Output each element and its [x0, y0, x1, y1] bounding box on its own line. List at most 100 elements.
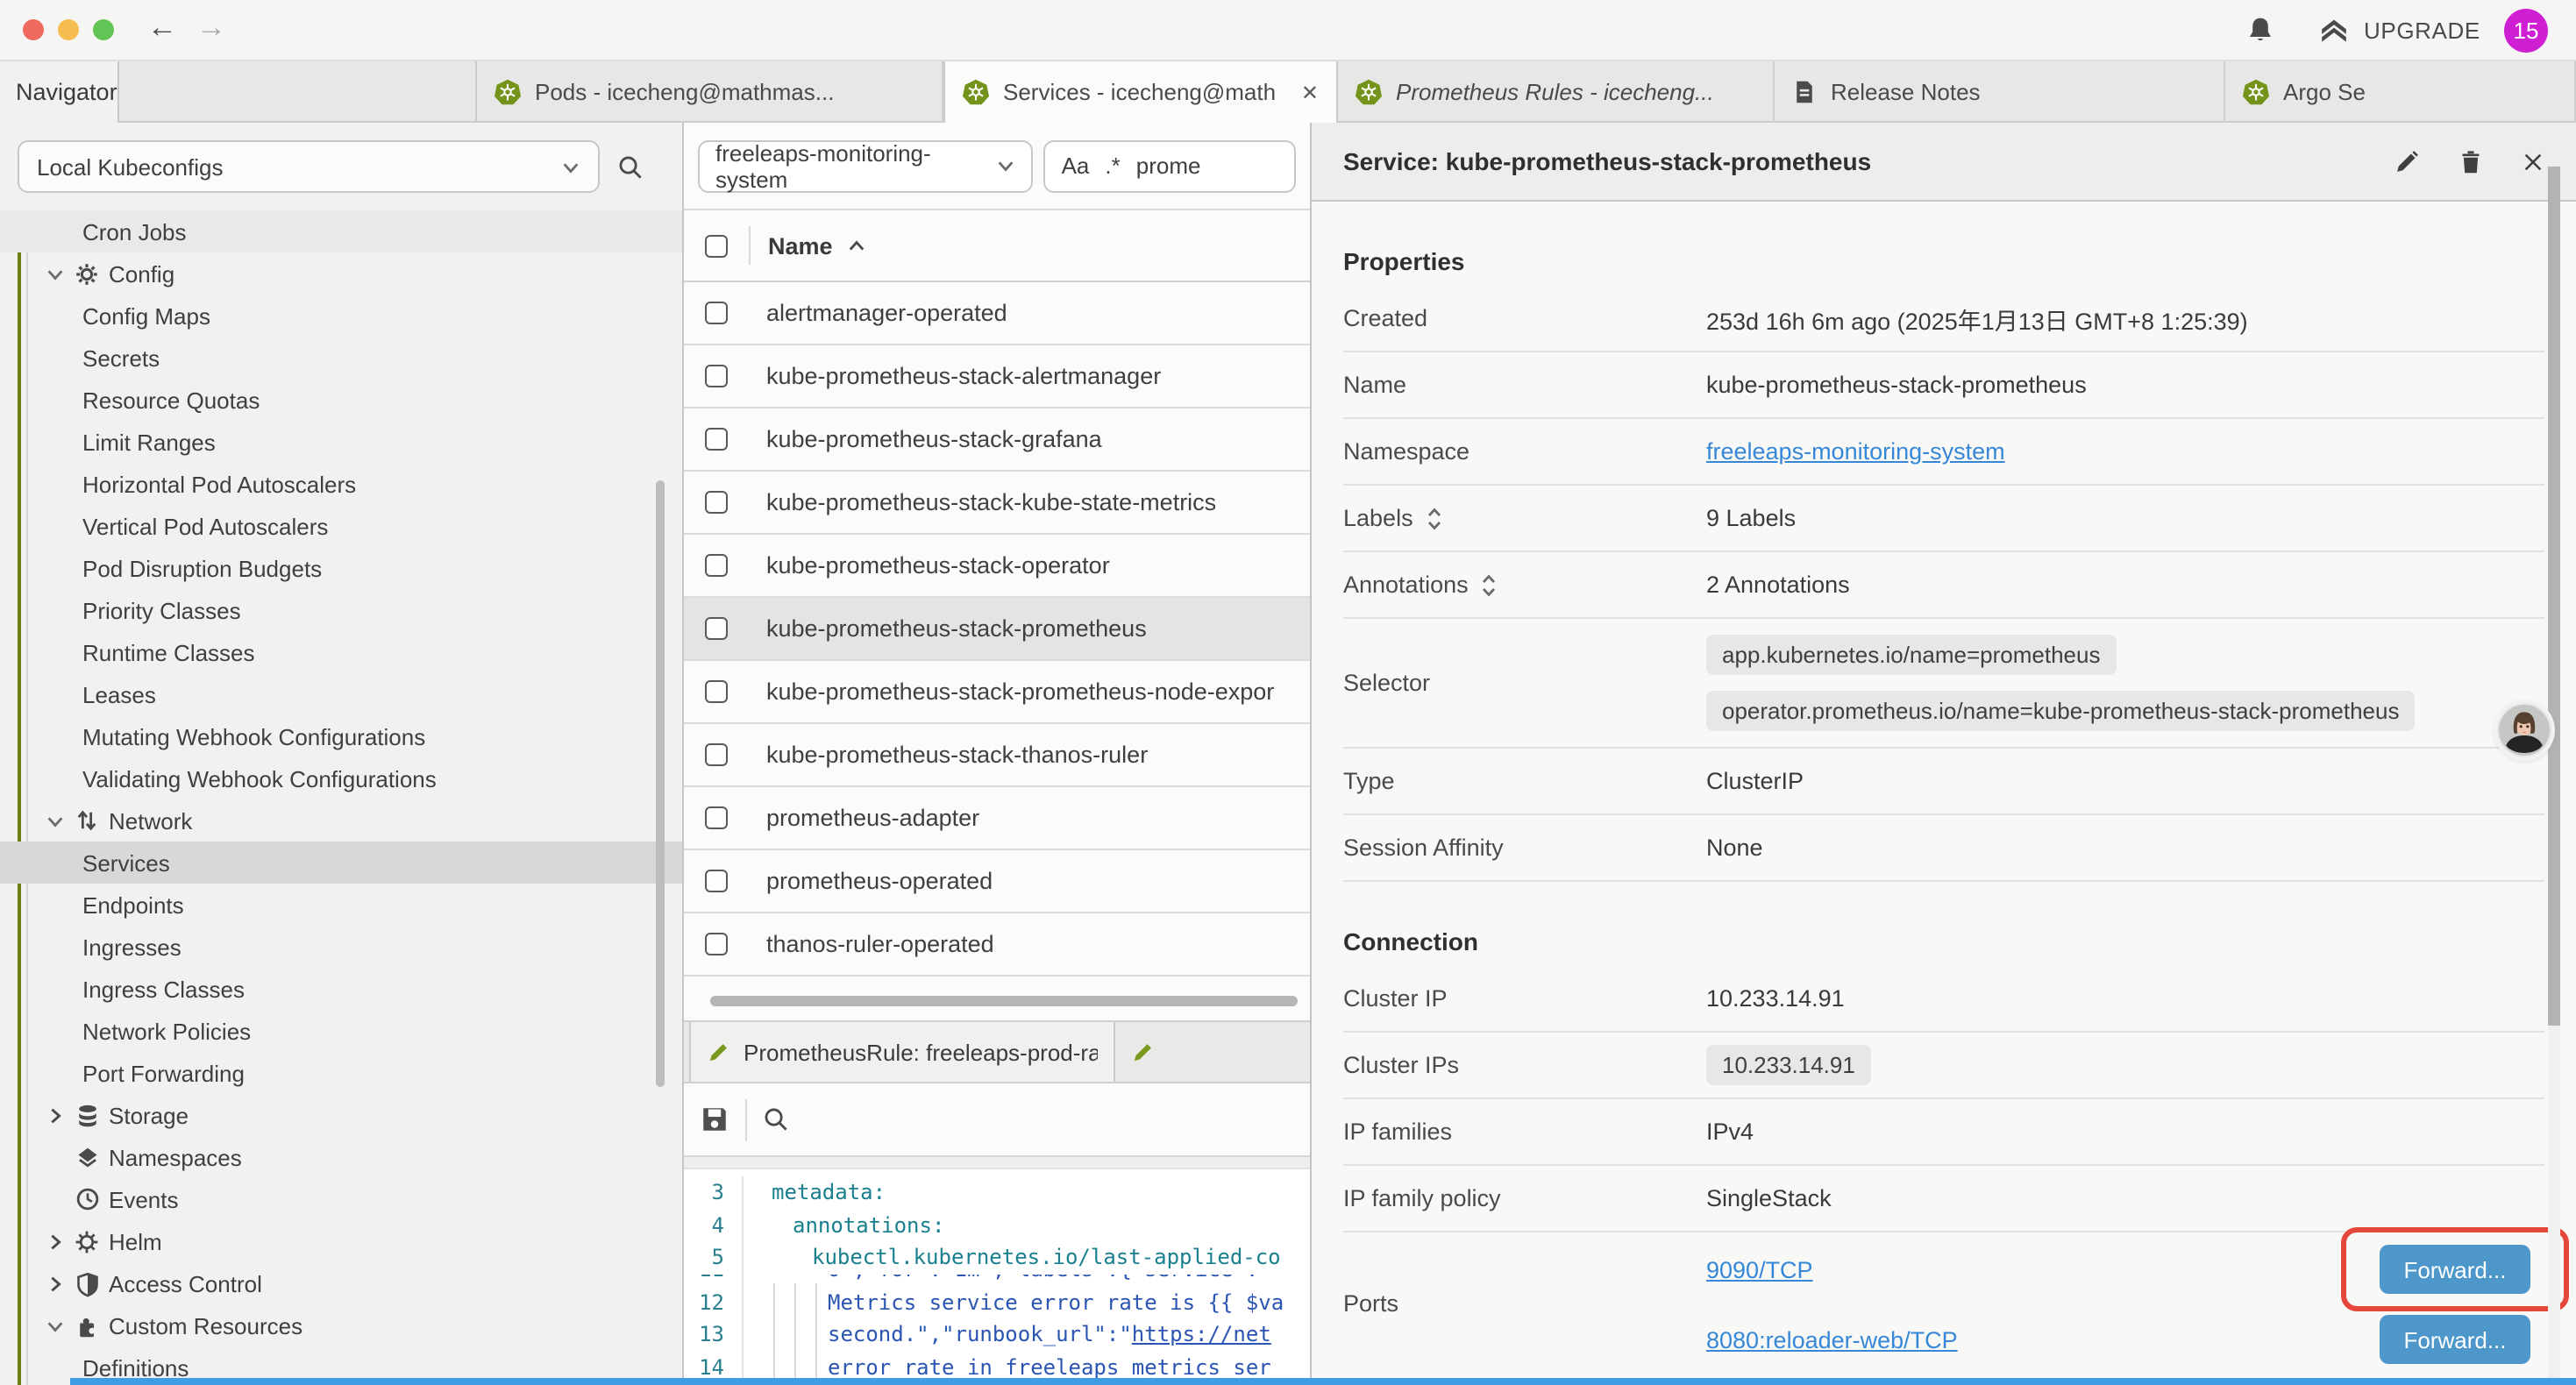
row-checkbox[interactable] — [705, 302, 728, 324]
row-checkbox[interactable] — [705, 491, 728, 514]
row-checkbox[interactable] — [705, 933, 728, 955]
detail-body: PropertiesCreated253d 16h 6m ago (2025年1… — [1312, 247, 2576, 1373]
sidebar-item-runtime-classes[interactable]: Runtime Classes — [0, 631, 682, 673]
tab-services-icecheng-math[interactable]: Services - icecheng@math...✕ — [943, 61, 1338, 123]
upgrade-chevrons-icon — [2318, 16, 2350, 46]
sidebar-item-endpoints[interactable]: Endpoints — [0, 884, 682, 926]
row-checkbox[interactable] — [705, 554, 728, 577]
table-row-kube-prometheus-stack-alertmanager[interactable]: kube-prometheus-stack-alertmanager — [684, 345, 1310, 408]
row-checkbox[interactable] — [705, 743, 728, 766]
search-icon[interactable] — [617, 153, 644, 180]
sidebar-item-storage[interactable]: Storage — [0, 1094, 682, 1136]
row-checkbox[interactable] — [705, 617, 728, 640]
table-row-kube-prometheus-stack-prometheus-node-expor[interactable]: kube-prometheus-stack-prometheus-node-ex… — [684, 661, 1310, 724]
sidebar-item-network-policies[interactable]: Network Policies — [0, 1010, 682, 1052]
user-avatar[interactable] — [2497, 703, 2551, 757]
forward-button[interactable]: Forward... — [2380, 1245, 2530, 1294]
sidebar-item-resource-quotas[interactable]: Resource Quotas — [0, 379, 682, 421]
sidebar-item-port-forwarding[interactable]: Port Forwarding — [0, 1052, 682, 1094]
sidebar-item-access-control[interactable]: Access Control — [0, 1262, 682, 1304]
table-row-kube-prometheus-stack-thanos-ruler[interactable]: kube-prometheus-stack-thanos-ruler — [684, 724, 1310, 787]
table-row-kube-prometheus-stack-kube-state-metrics[interactable]: kube-prometheus-stack-kube-state-metrics — [684, 472, 1310, 535]
row-checkbox[interactable] — [705, 870, 728, 892]
search-icon[interactable] — [763, 1106, 789, 1133]
regex-toggle[interactable]: .* — [1105, 153, 1120, 179]
detail-value: 2 Annotations — [1706, 572, 2544, 598]
edit-icon[interactable] — [2394, 148, 2420, 174]
sidebar-item-secrets[interactable]: Secrets — [0, 337, 682, 379]
sidebar-item-limit-ranges[interactable]: Limit Ranges — [0, 421, 682, 463]
namespace-selector[interactable]: freeleaps-monitoring-system — [698, 139, 1034, 192]
table-row-kube-prometheus-stack-prometheus[interactable]: kube-prometheus-stack-prometheus — [684, 598, 1310, 661]
upgrade-button[interactable]: UPGRADE — [2318, 16, 2480, 46]
sidebar-item-ingress-classes[interactable]: Ingress Classes — [0, 968, 682, 1010]
search-input[interactable]: Aa .* prome — [1044, 139, 1296, 192]
select-all-checkbox[interactable] — [705, 234, 728, 257]
row-checkbox[interactable] — [705, 365, 728, 387]
table-row-thanos-ruler-operated[interactable]: thanos-ruler-operated — [684, 913, 1310, 977]
code-line-4: 4annotations: — [684, 1209, 1310, 1241]
bell-icon[interactable] — [2246, 16, 2274, 46]
tab-argo-se[interactable]: Argo Se — [2225, 61, 2576, 123]
yaml-editor[interactable]: 3metadata:4annotations:5kubectl.kubernet… — [684, 1169, 1310, 1385]
tab-prometheus-rules-icecheng[interactable]: Prometheus Rules - icecheng... — [1338, 61, 1775, 123]
detail-value: SingleStack — [1706, 1185, 2544, 1211]
service-name: kube-prometheus-stack-operator — [766, 552, 1110, 579]
horizontal-scrollbar[interactable] — [710, 996, 1298, 1006]
sidebar-item-network[interactable]: Network — [0, 799, 682, 842]
navigator-tab[interactable]: Navigator — [0, 61, 119, 123]
kubeconfig-selector[interactable]: Local Kubeconfigs — [18, 140, 600, 193]
match-case-toggle[interactable]: Aa — [1062, 153, 1090, 179]
window-minimize-button[interactable] — [58, 19, 79, 40]
row-checkbox[interactable] — [705, 680, 728, 703]
sidebar-item-namespaces[interactable]: Namespaces — [0, 1136, 682, 1178]
namespace-link[interactable]: freeleaps-monitoring-system — [1706, 438, 2005, 465]
sidebar-item-label: Events — [109, 1186, 179, 1212]
name-column-header[interactable]: Name — [768, 232, 866, 259]
tab-release-notes[interactable]: Release Notes — [1775, 61, 2225, 123]
sidebar-item-custom-resources[interactable]: Custom Resources — [0, 1304, 682, 1346]
table-row-kube-prometheus-stack-grafana[interactable]: kube-prometheus-stack-grafana — [684, 408, 1310, 472]
close-icon[interactable] — [2522, 150, 2544, 173]
trash-icon[interactable] — [2459, 148, 2483, 174]
forward-arrow-icon[interactable]: → — [196, 11, 226, 46]
sidebar-item-config-maps[interactable]: Config Maps — [0, 295, 682, 337]
detail-label: Session Affinity — [1343, 835, 1504, 861]
sidebar-item-validating-webhook-configurations[interactable]: Validating Webhook Configurations — [0, 757, 682, 799]
save-icon[interactable] — [700, 1104, 729, 1134]
sidebar-item-mutating-webhook-configurations[interactable]: Mutating Webhook Configurations — [0, 715, 682, 757]
back-arrow-icon[interactable]: ← — [147, 11, 177, 46]
second-editor-tab[interactable] — [1115, 1022, 1310, 1082]
sidebar-scrollbar[interactable] — [656, 480, 665, 1087]
window-close-button[interactable] — [23, 19, 44, 40]
sidebar-item-config[interactable]: Config — [0, 252, 682, 295]
line-number: 13 — [684, 1318, 744, 1351]
row-checkbox[interactable] — [705, 806, 728, 829]
table-row-alertmanager-operated[interactable]: alertmanager-operated — [684, 282, 1310, 345]
sidebar-item-leases[interactable]: Leases — [0, 673, 682, 715]
table-row-kube-prometheus-stack-operator[interactable]: kube-prometheus-stack-operator — [684, 535, 1310, 598]
tab-close-icon[interactable]: ✕ — [1301, 80, 1319, 104]
sidebar-item-vertical-pod-autoscalers[interactable]: Vertical Pod Autoscalers — [0, 505, 682, 547]
sidebar-item-cron-jobs[interactable]: Cron Jobs — [0, 210, 682, 252]
window-maximize-button[interactable] — [93, 19, 114, 40]
sidebar-item-pod-disruption-budgets[interactable]: Pod Disruption Budgets — [0, 547, 682, 589]
prometheusrule-editor-tab[interactable]: PrometheusRule: freeleaps-prod-rabbitmq — [689, 1022, 1115, 1082]
detail-row-namespace: Namespacefreeleaps-monitoring-system — [1343, 419, 2544, 486]
notification-count-badge[interactable]: 15 — [2504, 9, 2548, 53]
table-row-prometheus-adapter[interactable]: prometheus-adapter — [684, 787, 1310, 850]
sidebar-item-ingresses[interactable]: Ingresses — [0, 926, 682, 968]
row-checkbox[interactable] — [705, 428, 728, 451]
forward-button[interactable]: Forward... — [2380, 1315, 2530, 1364]
port-link-8080-reloader-web-tcp[interactable]: 8080:reloader-web/TCP — [1706, 1326, 1958, 1353]
tab-pods-icecheng-mathmas[interactable]: Pods - icecheng@mathmas... — [477, 61, 943, 123]
sidebar-item-events[interactable]: Events — [0, 1178, 682, 1220]
sidebar-item-horizontal-pod-autoscalers[interactable]: Horizontal Pod Autoscalers — [0, 463, 682, 505]
detail-scrollbar[interactable] — [2548, 167, 2560, 1026]
code-url-link[interactable]: https://net — [1132, 1322, 1271, 1346]
sidebar-item-services[interactable]: Services — [0, 842, 682, 884]
port-link-9090-tcp[interactable]: 9090/TCP — [1706, 1256, 1813, 1282]
sidebar-item-helm[interactable]: Helm — [0, 1220, 682, 1262]
sidebar-item-priority-classes[interactable]: Priority Classes — [0, 589, 682, 631]
table-row-prometheus-operated[interactable]: prometheus-operated — [684, 850, 1310, 913]
